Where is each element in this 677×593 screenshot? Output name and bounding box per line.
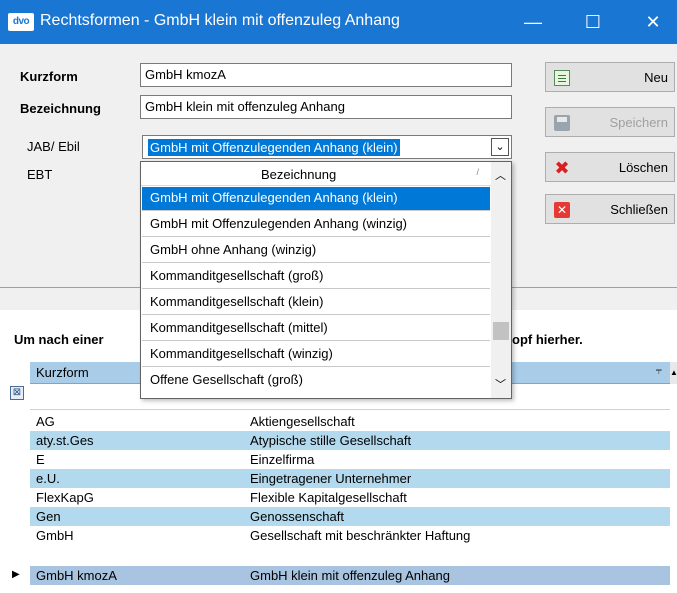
group-hint-text-right: opf hierher.: [512, 332, 583, 347]
table-row[interactable]: E Einzelfirma: [30, 450, 670, 469]
jab-ebil-selected-value: GmbH mit Offenzulegenden Anhang (klein): [148, 139, 400, 156]
kurzform-label: Kurzform: [20, 69, 78, 84]
cell-kurzform: FlexKapG: [36, 490, 94, 505]
dropdown-item[interactable]: GmbH mit Offenzulegenden Anhang (klein): [142, 187, 490, 211]
dropdown-item[interactable]: Kommanditgesellschaft (klein): [142, 291, 490, 315]
dropdown-item[interactable]: Kommanditgesellschaft (mittel): [142, 317, 490, 341]
dropdown-item[interactable]: GmbH mit Offenzulegenden Anhang (winzig): [142, 213, 490, 237]
cell-kurzform: E: [36, 452, 45, 467]
chevron-up-icon[interactable]: ︿: [495, 167, 506, 183]
table-row[interactable]: Gen Genossenschaft: [30, 507, 670, 526]
group-hint-text-left: Um nach einer: [14, 332, 104, 347]
cell-kurzform: AG: [36, 414, 55, 429]
new-button-label: Neu: [644, 70, 668, 85]
current-row-indicator-icon: ▶: [12, 569, 20, 580]
cell-bezeichnung: Flexible Kapitalgesellschaft: [250, 490, 407, 505]
new-document-icon: [554, 70, 570, 86]
cell-bezeichnung: Atypische stille Gesellschaft: [250, 433, 412, 448]
chevron-down-icon[interactable]: ⌄: [491, 138, 509, 156]
cell-bezeichnung: Gesellschaft mit beschränkter Haftung: [250, 528, 471, 543]
table-row[interactable]: FlexKapG Flexible Kapitalgesellschaft: [30, 488, 670, 507]
maximize-button[interactable]: ☐: [570, 0, 616, 44]
app-logo: dvo: [8, 13, 34, 31]
cell-bezeichnung: Einzelfirma: [250, 452, 315, 467]
save-disk-icon: [554, 115, 570, 131]
pin-icon[interactable]: ⫧: [656, 365, 662, 378]
cell-kurzform: aty.st.Ges: [36, 433, 94, 448]
table-row[interactable]: aty.st.Ges Atypische stille Gesellschaft: [30, 431, 670, 450]
table-row-selected[interactable]: GmbH kmozA GmbH klein mit offenzuleg Anh…: [30, 566, 670, 585]
dropdown-scrollbar[interactable]: ︿ ﹀: [491, 162, 511, 398]
close-button-label: Schließen: [610, 202, 668, 217]
cell-bezeichnung: Eingetragener Unternehmer: [250, 471, 412, 486]
dropdown-column-bezeichnung: Bezeichnung: [261, 167, 337, 182]
delete-x-icon: ✖: [554, 158, 570, 178]
kurzform-input[interactable]: GmbH kmozA: [140, 63, 512, 87]
delete-button[interactable]: ✖ Löschen: [545, 152, 675, 182]
bezeichnung-input[interactable]: GmbH klein mit offenzuleg Anhang: [140, 95, 512, 119]
scrollbar-thumb[interactable]: [493, 322, 509, 340]
cell-kurzform: e.U.: [36, 471, 60, 486]
table-row[interactable]: GmbH Gesellschaft mit beschränkter Haftu…: [30, 526, 670, 545]
table-row[interactable]: AG Aktiengesellschaft: [30, 412, 670, 431]
close-box-icon: ✕: [554, 202, 570, 218]
title-bar: dvo Rechtsformen - GmbH klein mit offenz…: [0, 0, 677, 44]
cell-kurzform: Gen: [36, 509, 61, 524]
save-button[interactable]: Speichern: [545, 107, 675, 137]
jab-ebil-combobox[interactable]: GmbH mit Offenzulegenden Anhang (klein) …: [142, 135, 512, 159]
dropdown-item[interactable]: GmbH ohne Anhang (winzig): [142, 239, 490, 263]
ebt-label: EBT: [27, 167, 53, 182]
cell-bezeichnung: GmbH klein mit offenzuleg Anhang: [250, 568, 450, 583]
scroll-up-arrow-icon[interactable]: ▲: [670, 362, 677, 384]
bezeichnung-label: Bezeichnung: [20, 101, 101, 116]
jab-ebil-label: JAB/ Ebil: [27, 139, 80, 154]
dropdown-item[interactable]: Offene Gesellschaft (groß): [142, 369, 490, 393]
chevron-down-icon[interactable]: ﹀: [495, 376, 506, 392]
filter-icon[interactable]: ⊠: [10, 386, 24, 400]
dropdown-item[interactable]: Kommanditgesellschaft (winzig): [142, 343, 490, 367]
dropdown-header[interactable]: Bezeichnung /: [141, 162, 491, 186]
jab-ebil-dropdown-list: Bezeichnung / GmbH mit Offenzulegenden A…: [140, 161, 512, 399]
close-window-button[interactable]: ✕: [630, 0, 676, 44]
save-button-label: Speichern: [609, 115, 668, 130]
delete-button-label: Löschen: [618, 160, 668, 175]
sort-indicator-icon: /: [476, 167, 479, 177]
minimize-button[interactable]: —: [510, 0, 556, 44]
cell-kurzform: GmbH kmozA: [36, 568, 117, 583]
new-button[interactable]: Neu: [545, 62, 675, 92]
cell-bezeichnung: Aktiengesellschaft: [250, 414, 355, 429]
dropdown-item[interactable]: Kommanditgesellschaft (groß): [142, 265, 490, 289]
cell-kurzform: GmbH: [36, 528, 74, 543]
cell-bezeichnung: Genossenschaft: [250, 509, 344, 524]
table-row[interactable]: e.U. Eingetragener Unternehmer: [30, 469, 670, 488]
window-title: Rechtsformen - GmbH klein mit offenzuleg…: [40, 12, 400, 29]
column-header-kurzform[interactable]: Kurzform: [36, 365, 89, 380]
close-button[interactable]: ✕ Schließen: [545, 194, 675, 224]
